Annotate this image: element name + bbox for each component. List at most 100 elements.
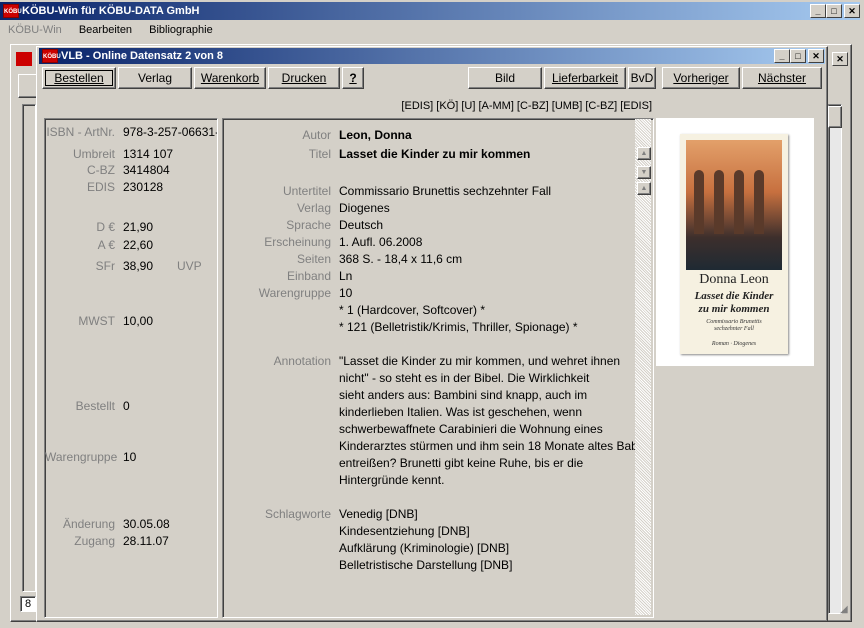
scroll-up-button[interactable]: ▲ (637, 182, 651, 195)
schlagwort-item: Kindesentziehung [DNB] (339, 524, 470, 538)
annotation-line: nicht" - so steht es in der Bibel. Die W… (339, 371, 590, 385)
sprache-label: Sprache (286, 218, 331, 232)
resize-grip-icon[interactable]: ◢ (840, 604, 854, 618)
seiten-label: Seiten (296, 252, 331, 266)
cover-arch (694, 170, 704, 234)
drucken-button[interactable]: Drucken (268, 67, 340, 89)
bild-button[interactable]: Bild (468, 67, 542, 89)
detail-panel: Autor Leon, Donna Titel Lasset die Kinde… (222, 118, 654, 618)
price-at-label: A € (97, 238, 115, 252)
annotation-line: "Lasset die Kinder zu mir kommen, und we… (339, 354, 621, 368)
annotation-label: Annotation (273, 354, 331, 368)
vlb-close-button[interactable]: ✕ (808, 49, 824, 63)
app-title: KÖBU-Win für KÖBU-DATA GmbH (22, 5, 200, 17)
left-warengruppe-label: Warengruppe (45, 450, 118, 464)
mwst-value: 10,00 (123, 314, 154, 328)
uvp-label: UVP (177, 259, 202, 273)
zugang-value: 28.11.07 (123, 534, 169, 548)
cover-frame: Donna Leon Lasset die Kinder zu mir komm… (656, 118, 814, 366)
vlb-maximize-button[interactable]: □ (790, 49, 806, 63)
book-cover-image[interactable]: Donna Leon Lasset die Kinder zu mir komm… (680, 134, 788, 354)
bvd-label: BvD (630, 71, 654, 85)
cover-title-1: Lasset die Kinder (694, 290, 774, 302)
bestellen-button[interactable]: Bestellen (42, 67, 116, 89)
erscheinung-label: Erscheinung (264, 235, 331, 249)
menu-koebu-win[interactable]: KÖBU-Win (8, 24, 62, 36)
warengruppe-label: Warengruppe (258, 286, 331, 300)
bestellen-label: Bestellen (54, 71, 104, 85)
warengruppe-value: 10 (339, 286, 353, 300)
help-label: ? (349, 71, 357, 85)
warenkorb-button[interactable]: Warenkorb (194, 67, 266, 89)
annotation-line: Kinderarztes stürmen und ihm sein 18 Mon… (339, 439, 644, 453)
drucken-label: Drucken (281, 71, 327, 85)
einband-value: Ln (339, 269, 353, 283)
status-fragment: 8 (24, 598, 32, 610)
bg-window-pane (22, 104, 36, 592)
bestellt-label: Bestellt (75, 399, 115, 413)
annotation-line: schwerbewaffnete Carabinieri die Wohnung… (339, 422, 603, 436)
price-sfr-value: 38,90 (123, 259, 154, 273)
schlagwort-item: Belletristische Darstellung [DNB] (339, 558, 513, 572)
titel-value: Lasset die Kinder zu mir kommen (339, 147, 531, 161)
vorheriger-button[interactable]: Vorheriger (662, 67, 740, 89)
annotation-line: Hintergründe kennt. (339, 473, 445, 487)
sprache-value: Deutsch (339, 218, 384, 232)
bg-scrollbar-thumb[interactable] (828, 106, 842, 128)
edis-value: 230128 (123, 180, 164, 194)
cover-title-2: zu mir kommen (698, 303, 770, 315)
app-maximize-button[interactable]: □ (826, 4, 842, 18)
verlag-value: Diogenes (339, 201, 390, 215)
umbreit-value: 1314 107 (123, 147, 174, 161)
bg-scrollbar[interactable] (828, 104, 842, 614)
annotation-line: sieht anders aus: Bambini sind knapp, au… (339, 388, 588, 402)
title-scroll-up-button[interactable]: ▲ (637, 147, 651, 160)
price-de-label: D € (96, 220, 115, 234)
menu-bibliographie[interactable]: Bibliographie (149, 24, 213, 36)
bg-status-field: 8 (20, 596, 36, 612)
vlb-title: VLB - Online Datensatz 2 von 8 (61, 50, 223, 62)
warenkorb-label: Warenkorb (200, 71, 260, 85)
schlagwort-item: Aufklärung (Kriminologie) [DNB] (339, 541, 510, 555)
sources-line: [EDIS] [KÖ] [U] [A-MM] [C-BZ] [UMB] [C-B… (401, 100, 652, 112)
naechster-button[interactable]: Nächster (742, 67, 822, 89)
schlagwort-item: Venedig [DNB] (339, 507, 418, 521)
einband-label: Einband (286, 269, 331, 283)
untertitel-label: Untertitel (282, 184, 331, 198)
cover-photo (686, 140, 782, 270)
bestellt-value: 0 (123, 399, 130, 413)
edis-label: EDIS (86, 180, 115, 194)
erscheinung-value: 1. Aufl. 06.2008 (339, 235, 423, 249)
cover-author: Donna Leon (699, 272, 769, 287)
verlag-button[interactable]: Verlag (118, 67, 192, 89)
menu-bearbeiten[interactable]: Bearbeiten (79, 24, 132, 36)
lieferbarkeit-label: Lieferbarkeit (551, 71, 619, 85)
warengruppe-line-1: * 1 (Hardcover, Softcover) * (339, 303, 486, 317)
app-titlebar: KÖBU KÖBU-Win für KÖBU-DATA GmbH (0, 2, 860, 20)
bg-close-button[interactable]: ✕ (832, 52, 848, 66)
aenderung-label: Änderung (62, 517, 115, 531)
app-close-button[interactable]: ✕ (844, 4, 860, 18)
bvd-button[interactable]: BvD (628, 67, 656, 89)
vlb-logo-icon: KÖBU (42, 49, 61, 63)
isbn-value: 978-3-257-06631-9 (123, 125, 217, 139)
cbz-value: 3414804 (123, 163, 170, 177)
app-minimize-button[interactable]: _ (810, 4, 826, 18)
warengruppe-line-2: * 121 (Belletristik/Krimis, Thriller, Sp… (339, 320, 578, 334)
isbn-label: ISBN - ArtNr. (46, 125, 115, 139)
vlb-titlebar: KÖBU VLB - Online Datensatz 2 von 8 (39, 48, 825, 64)
left-warengruppe-value: 10 (123, 450, 137, 464)
price-at-value: 22,60 (123, 238, 154, 252)
umbreit-label: Umbreit (72, 147, 115, 161)
bild-label: Bild (494, 71, 515, 85)
naechster-label: Nächster (757, 71, 807, 85)
lieferbarkeit-button[interactable]: Lieferbarkeit (544, 67, 626, 89)
bg-window-button[interactable] (18, 74, 38, 98)
cover-arch (734, 170, 744, 234)
left-panel: ISBN - ArtNr. 978-3-257-06631-9 Umbreit … (44, 118, 218, 618)
help-button[interactable]: ? (342, 67, 364, 89)
vlb-minimize-button[interactable]: _ (774, 49, 790, 63)
cover-arch (754, 170, 764, 234)
cover-arch (714, 170, 724, 234)
title-scroll-down-button[interactable]: ▼ (637, 166, 651, 179)
